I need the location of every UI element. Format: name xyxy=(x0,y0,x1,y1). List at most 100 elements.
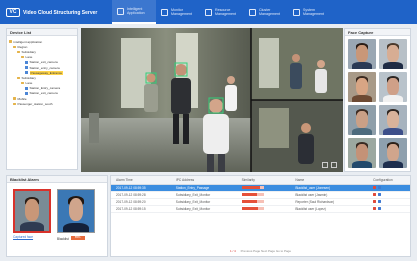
folder-icon xyxy=(13,45,16,49)
table-row[interactable]: 2017-09-12 08:59:35 Station_Entry_Passage… xyxy=(111,184,410,192)
similarity-bar xyxy=(241,199,264,204)
top-bar: VC Video Cloud Structuring Server Intell… xyxy=(0,0,417,24)
device-tree: intelligent application Region Subsidiary L… xyxy=(7,36,77,109)
face-thumbnail[interactable] xyxy=(379,72,407,102)
nav-label: Monitor Management xyxy=(171,7,192,16)
app-title: Video Cloud Structuring Server xyxy=(23,9,98,16)
column-header[interactable]: Name xyxy=(290,176,369,185)
delete-icon[interactable] xyxy=(373,207,377,211)
nav-label: Resource Management xyxy=(215,7,236,16)
face-thumbnail[interactable] xyxy=(348,72,376,102)
folder-icon xyxy=(17,50,20,54)
nav-label: Intelligent Application xyxy=(127,6,145,15)
face-thumbnail[interactable] xyxy=(379,105,407,135)
main-nav: Intelligent Application Monitor Managemen… xyxy=(112,0,332,24)
tree-node-label: Passageway_Entrance xyxy=(29,70,64,75)
blacklist-face-image xyxy=(57,189,95,233)
alarm-time: 2017-09-12 08:59:20 xyxy=(111,198,171,206)
alarm-table-body: 2017-09-12 08:59:35 Station_Entry_Passage… xyxy=(111,184,410,213)
table-row[interactable]: 2017-09-12 08:59:15 Subsidiary_Exit_Monit… xyxy=(111,205,410,213)
delete-icon[interactable] xyxy=(373,193,377,197)
table-row[interactable]: 2017-09-12 08:59:20 Subsidiary_Exit_Monit… xyxy=(111,198,410,206)
similarity-cell xyxy=(236,184,291,192)
delete-icon[interactable] xyxy=(373,186,377,190)
tree-node-label: Lane xyxy=(25,55,33,60)
column-header[interactable]: Alarm Time xyxy=(111,176,171,185)
device-tree-panel: Device List intelligent application Regio… xyxy=(6,28,78,170)
folder-icon xyxy=(17,76,20,80)
alarm-time: 2017-09-12 08:59:35 xyxy=(111,184,171,192)
table-row[interactable]: 2017-09-12 08:59:28 Subsidiary_Exit_Monit… xyxy=(111,191,410,199)
brand: VC Video Cloud Structuring Server xyxy=(6,8,97,17)
face-capture-title: Face Capture xyxy=(345,29,410,36)
face-thumbnail[interactable] xyxy=(379,138,407,168)
fullscreen-icon[interactable] xyxy=(331,162,337,168)
page-indicator[interactable]: 1 / 4 xyxy=(230,249,236,253)
alarm-time: 2017-09-12 08:59:15 xyxy=(111,205,171,213)
face-thumbnail[interactable] xyxy=(348,138,376,168)
person-name: Blacklist user (Lopez) xyxy=(290,205,369,213)
person-name: Blacklist user (Jasmin) xyxy=(290,191,369,199)
tree-node-label: Station_Entry_camera xyxy=(29,86,61,91)
face-thumbnail[interactable] xyxy=(348,39,376,69)
nav-icon xyxy=(161,8,168,16)
blacklist-alarm-title: Blacklist Alarm xyxy=(7,176,107,183)
pagination: 1 / 4 Previous Page Next Page Go to Page xyxy=(111,249,410,253)
pager-text[interactable]: Previous Page Next Page Go to Page xyxy=(241,249,291,253)
delete-icon[interactable] xyxy=(373,200,377,204)
captured-face-link[interactable]: Captured face xyxy=(13,235,51,239)
similarity-cell xyxy=(236,205,291,213)
tree-node-label: Lane xyxy=(25,81,33,86)
tree-node-label: Station_exit_camera xyxy=(29,60,58,65)
nav-item-2[interactable]: Resource Management xyxy=(200,0,244,24)
ipc-address: Subsidiary_Exit_Monitor xyxy=(170,191,237,199)
nav-icon xyxy=(249,8,256,16)
captured-face-card[interactable]: Captured face xyxy=(13,189,51,241)
nav-label: System Management xyxy=(303,7,324,16)
similarity-bar xyxy=(241,185,264,190)
nav-item-1[interactable]: Monitor Management xyxy=(156,0,200,24)
nav-item-3[interactable]: Cluster Management xyxy=(244,0,288,24)
configuration-cell xyxy=(368,184,410,192)
alarm-table-header: Alarm Time IPC Address Similarity Name Confi… xyxy=(111,176,410,185)
tree-node-label: Subsidiary xyxy=(21,49,36,54)
similarity-indicator: Blacklist 85% xyxy=(57,235,95,241)
folder-icon xyxy=(13,102,16,106)
nav-icon xyxy=(117,7,124,15)
folder-icon xyxy=(13,97,16,100)
face-thumbnail[interactable] xyxy=(379,39,407,69)
detail-icon[interactable] xyxy=(377,200,381,204)
nav-icon xyxy=(293,8,300,16)
detail-icon[interactable] xyxy=(377,207,381,211)
split-view-icon[interactable] xyxy=(322,162,328,168)
column-header[interactable]: IPC Address xyxy=(170,176,237,185)
column-header[interactable]: Configuration xyxy=(368,176,410,185)
folder-icon xyxy=(21,81,24,85)
camera-icon xyxy=(25,87,28,90)
blacklist-face-card[interactable]: Blacklist 85% xyxy=(57,189,95,241)
detail-icon[interactable] xyxy=(377,186,381,190)
tree-node-label: Passenger_station_south xyxy=(17,101,53,106)
tree-node-label: Station_entry_camera xyxy=(29,65,60,70)
nav-item-0[interactable]: Intelligent Application xyxy=(112,0,156,24)
nav-icon xyxy=(205,8,212,16)
live-video[interactable] xyxy=(81,28,343,172)
tree-node-label: intelligent application xyxy=(13,39,43,44)
similarity-cell xyxy=(236,191,291,199)
blacklist-label: Blacklist xyxy=(57,237,69,241)
person-name: Blacklist_user (Jonesen) xyxy=(290,184,369,192)
camera-icon xyxy=(25,61,28,64)
column-header[interactable]: Similarity xyxy=(236,176,291,185)
captured-face-image xyxy=(13,189,51,233)
similarity-bar xyxy=(241,206,264,211)
video-frame xyxy=(81,28,343,172)
camera-icon xyxy=(25,66,28,69)
face-thumbnail[interactable] xyxy=(348,105,376,135)
configuration-cell xyxy=(368,205,410,213)
nav-item-4[interactable]: System Management xyxy=(288,0,332,24)
tree-node-label: Region xyxy=(17,44,28,49)
detail-icon[interactable] xyxy=(377,193,381,197)
configuration-cell xyxy=(368,191,410,199)
tree-node[interactable]: Passenger_station_south xyxy=(9,101,75,106)
video-controls xyxy=(322,162,337,168)
